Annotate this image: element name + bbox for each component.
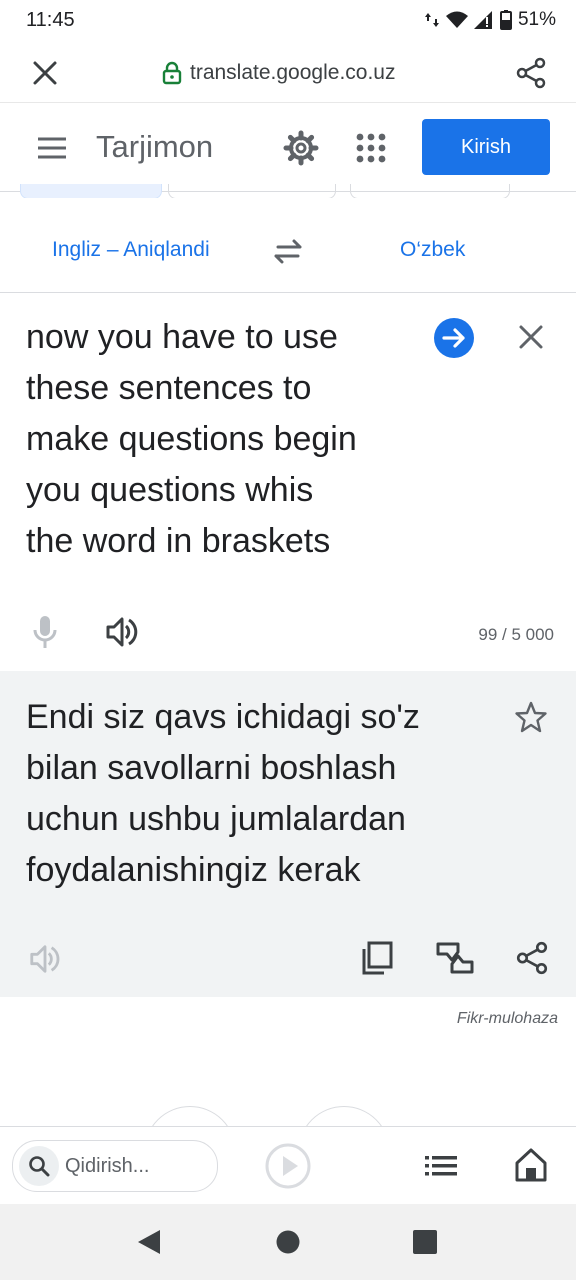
mode-chip[interactable] [168,184,336,199]
speaker-icon[interactable] [28,942,62,976]
status-time: 11:45 [26,9,75,31]
clear-text-icon[interactable] [516,322,546,352]
play-icon[interactable] [264,1142,312,1190]
suggest-edit-icon[interactable] [434,938,476,978]
target-language-button[interactable]: O‘zbek [400,238,465,262]
copy-icon[interactable] [360,940,394,976]
share-icon[interactable] [514,56,548,90]
gear-icon[interactable] [282,129,320,167]
data-arrows-icon [424,13,439,27]
sign-in-button[interactable]: Kirish [422,119,550,175]
arrow-right-circle-icon[interactable] [434,318,474,358]
star-icon[interactable] [514,700,548,734]
language-selector: Ingliz – Aniqlandi O‘zbek [0,198,576,293]
character-count: 99 / 5 000 [478,625,554,644]
result-line: foydalanishingiz kerak [26,851,361,889]
list-icon[interactable] [424,1151,458,1181]
feedback-link[interactable]: Fikr-mulohaza [457,1010,558,1028]
battery-percent: 51% [517,9,556,30]
system-navigation-bar [0,1204,576,1280]
home-icon[interactable] [514,1147,548,1183]
recents-icon[interactable] [413,1230,437,1254]
home-circle-icon[interactable] [276,1230,300,1254]
source-language-button[interactable]: Ingliz – Aniqlandi [52,238,210,262]
mode-chip[interactable] [350,184,510,199]
wifi-icon [445,11,468,28]
microphone-icon[interactable] [30,614,60,650]
battery-icon [499,10,512,30]
status-bar: 11:45 51% [0,0,576,44]
result-line: uchun ushbu jumlalardan [26,800,406,838]
url-text: translate.google.co.uz [190,61,396,84]
signal-icon [473,11,492,29]
translation-result-text: Endi siz qavs ichidagi so'z bilan savoll… [26,692,496,896]
source-line: these sentences to [26,369,312,407]
hamburger-menu-icon[interactable] [36,135,68,161]
browser-url-bar: translate.google.co.uz [0,44,576,103]
mode-chip-active[interactable] [20,184,162,199]
apps-grid-icon[interactable] [356,133,386,163]
source-text-input[interactable]: now you have to use these sentences to m… [26,312,426,567]
browser-bottom-bar: Qidirish... [0,1126,576,1205]
result-line: bilan savollarni boshlash [26,749,397,787]
status-icons: 51% [424,9,556,31]
search-icon [19,1146,59,1186]
source-line: you questions whis [26,471,314,509]
app-header: Tarjimon Kirish [0,103,576,192]
source-line: make questions begin [26,420,357,458]
search-placeholder: Qidirish... [65,1154,150,1177]
close-tab-icon[interactable] [30,58,60,88]
result-line: Endi siz qavs ichidagi so'z [26,698,420,736]
lock-icon [162,61,182,85]
app-title: Tarjimon [96,129,214,164]
source-line: the word in braskets [26,522,331,560]
source-line: now you have to use [26,318,338,356]
speaker-icon[interactable] [104,614,140,650]
share-icon[interactable] [514,940,550,976]
back-icon[interactable] [136,1228,162,1256]
url-display[interactable]: translate.google.co.uz [162,58,395,88]
search-bar[interactable]: Qidirish... [12,1140,218,1192]
swap-languages-icon[interactable] [270,236,306,266]
